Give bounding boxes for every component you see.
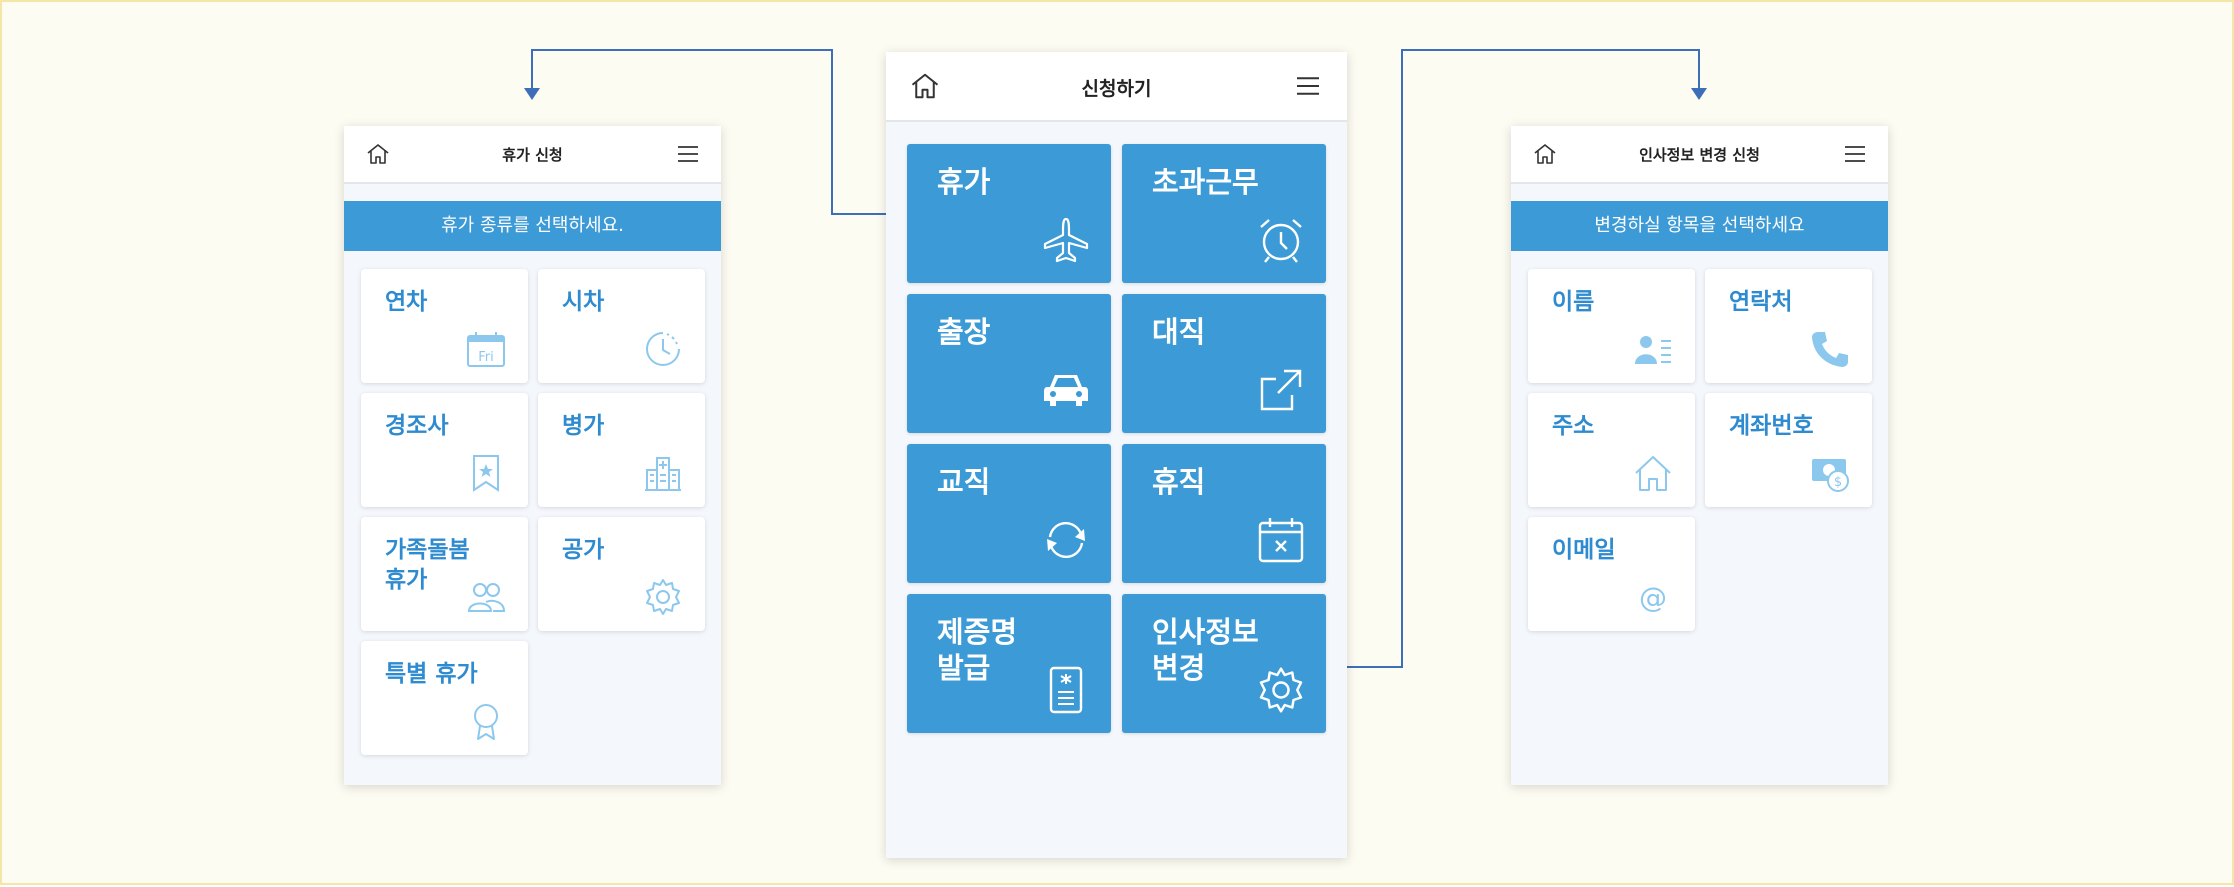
card-label: 병가 [562, 413, 605, 439]
instruction-banner: 변경하실 항목을 선택하세요 [1511, 201, 1888, 251]
tile-label: 교직 [937, 465, 991, 499]
menu-icon[interactable] [1844, 144, 1866, 164]
change-item-contact[interactable]: 연락처 [1705, 269, 1872, 383]
menu-icon[interactable] [677, 144, 699, 164]
house-icon [1635, 456, 1671, 491]
menu-icon[interactable] [1295, 75, 1321, 97]
hr-info-change-screen: 인사정보 변경 신청 변경하실 항목을 선택하세요 이름 연락처 주소 계좌번호… [1511, 126, 1888, 785]
bookmark-icon [473, 455, 499, 492]
clock-icon [646, 332, 680, 366]
apply-overtime-tile[interactable]: 초과근무 [1122, 144, 1326, 283]
card-label: 경조사 [385, 413, 449, 439]
card-label: 공가 [562, 537, 605, 563]
tile-label: 휴가 [937, 165, 991, 199]
tile-label: 대직 [1152, 315, 1206, 349]
arrow-out-icon [1260, 369, 1302, 411]
apply-screen: 신청하기 휴가 초과근무 출장 대직 교직 휴직 제증명 발급 인사정보 변경 [886, 52, 1347, 858]
tile-label: 휴직 [1152, 465, 1206, 499]
tile-label: 초과근무 [1152, 165, 1259, 199]
card-label: 연차 [385, 289, 428, 315]
change-item-account[interactable]: 계좌번호 $ [1705, 393, 1872, 507]
card-label: 가족돌봄 휴가 [385, 537, 470, 593]
leave-type-annual[interactable]: 연차 Fri [361, 269, 528, 383]
leave-type-family-care[interactable]: 가족돌봄 휴가 [361, 517, 528, 631]
arrowhead-left [524, 88, 540, 100]
apply-leave-of-absence-tile[interactable]: 휴직 [1122, 444, 1326, 583]
calendar-fri-icon: Fri [467, 332, 505, 367]
card-label: 특별 휴가 [385, 661, 478, 687]
airplane-icon [1043, 217, 1089, 263]
header-bar: 인사정보 변경 신청 [1511, 126, 1888, 184]
arrowhead-right [1691, 88, 1707, 100]
card-label: 연락처 [1729, 289, 1793, 315]
apply-substitute-tile[interactable]: 대직 [1122, 294, 1326, 433]
phone-icon [1812, 332, 1848, 367]
at-icon: @ [1639, 581, 1667, 614]
header-bar: 휴가 신청 [344, 126, 721, 184]
card-label: 이름 [1552, 289, 1595, 315]
leave-request-screen: 휴가 신청 휴가 종류를 선택하세요. 연차 Fri 시차 경조사 병가 가족돌… [344, 126, 721, 785]
apply-teaching-tile[interactable]: 교직 [907, 444, 1111, 583]
document-icon [1049, 666, 1083, 714]
leave-type-special[interactable]: 특별 휴가 [361, 641, 528, 755]
tile-label: 출장 [937, 315, 991, 349]
award-icon [474, 704, 498, 740]
calendar-x-icon [1258, 518, 1304, 563]
svg-text:@: @ [1639, 581, 1667, 614]
header-bar: 신청하기 [886, 52, 1347, 122]
tile-label: 인사정보 변경 [1152, 615, 1259, 685]
gear-icon [1259, 667, 1303, 713]
alarm-clock-icon [1260, 219, 1302, 263]
card-label: 시차 [562, 289, 605, 315]
change-item-name[interactable]: 이름 [1528, 269, 1695, 383]
screen-title: 휴가 신청 [502, 146, 563, 164]
hospital-icon [645, 457, 681, 491]
flow-canvas: 휴가 신청 휴가 종류를 선택하세요. 연차 Fri 시차 경조사 병가 가족돌… [0, 0, 2234, 885]
instruction-banner: 휴가 종류를 선택하세요. [344, 201, 721, 251]
gear-icon [646, 579, 680, 615]
leave-type-condolence[interactable]: 경조사 [361, 393, 528, 507]
card-label: 주소 [1552, 413, 1595, 439]
card-label: 이메일 [1552, 537, 1616, 563]
leave-type-flextime[interactable]: 시차 [538, 269, 705, 383]
leave-type-sick[interactable]: 병가 [538, 393, 705, 507]
refresh-icon [1047, 521, 1085, 559]
svg-text:$: $ [1834, 475, 1842, 490]
screen-title: 신청하기 [1081, 78, 1152, 100]
leave-type-official[interactable]: 공가 [538, 517, 705, 631]
screen-title: 인사정보 변경 신청 [1639, 146, 1760, 164]
apply-business-trip-tile[interactable]: 출장 [907, 294, 1111, 433]
change-item-address[interactable]: 주소 [1528, 393, 1695, 507]
apply-leave-tile[interactable]: 휴가 [907, 144, 1111, 283]
change-item-email[interactable]: 이메일 @ [1528, 517, 1695, 631]
apply-hr-info-change-tile[interactable]: 인사정보 변경 [1122, 594, 1326, 733]
tile-label: 제증명 발급 [937, 615, 1018, 685]
people-icon [467, 583, 506, 612]
svg-text:Fri: Fri [478, 350, 494, 365]
contact-card-icon [1635, 336, 1671, 364]
car-icon [1044, 375, 1088, 406]
card-label: 계좌번호 [1729, 413, 1814, 439]
apply-certificate-tile[interactable]: 제증명 발급 [907, 594, 1111, 733]
money-icon: $ [1812, 459, 1849, 492]
